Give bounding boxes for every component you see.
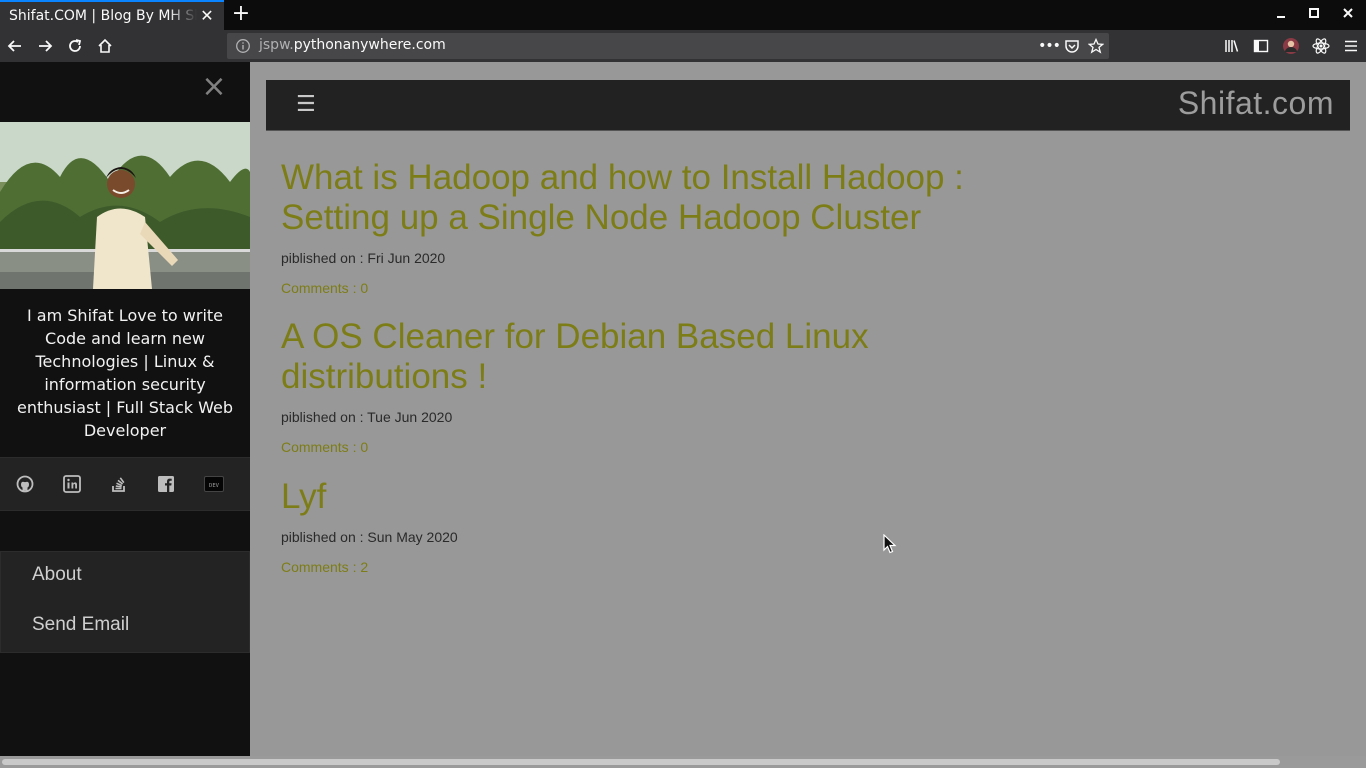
back-arrow-icon <box>7 40 21 52</box>
linkedin-icon[interactable] <box>62 474 82 494</box>
mouse-cursor-icon <box>883 533 897 558</box>
author-bio: I am Shifat Love to write Code and learn… <box>16 306 233 440</box>
post-title-link[interactable]: Lyf <box>281 477 326 517</box>
url-subdomain: jspw. <box>259 37 294 53</box>
reload-icon <box>69 39 82 52</box>
sidebar: × I am Shifat Love to write Code and lea… <box>0 62 250 768</box>
reload-button[interactable] <box>63 34 87 58</box>
active-tab[interactable]: Shifat.COM | Blog By MH Shifat ✕ <box>0 0 224 30</box>
new-tab-button[interactable]: + <box>230 2 252 28</box>
site-header: ☰ Shifat.com <box>266 80 1350 131</box>
dev-icon[interactable]: DEV <box>204 474 224 494</box>
post-comments-link[interactable]: Comments : 0 <box>281 280 368 296</box>
stackoverflow-icon[interactable] <box>109 474 129 494</box>
scrollbar-thumb[interactable] <box>2 759 1280 765</box>
home-button[interactable] <box>93 34 117 58</box>
maximize-button[interactable] <box>1301 4 1327 26</box>
url-text[interactable]: jspw.pythonanywhere.com <box>259 37 446 53</box>
sidebar-toggle-icon[interactable] <box>1249 34 1273 58</box>
post-date: piblished on : Fri Jun 2020 <box>281 250 446 266</box>
site-brand[interactable]: Shifat.com <box>1178 85 1334 122</box>
pocket-icon[interactable] <box>1063 37 1081 55</box>
horizontal-scrollbar[interactable] <box>0 756 1366 768</box>
tab-close-button[interactable]: ✕ <box>198 7 216 25</box>
account-avatar-icon[interactable] <box>1279 34 1303 58</box>
sidebar-close-button[interactable]: × <box>200 72 228 102</box>
facebook-icon[interactable] <box>156 474 176 494</box>
menu-item-send-email[interactable]: Send Email <box>32 614 129 636</box>
post-date: piblished on : Sun May 2020 <box>281 529 458 545</box>
github-icon[interactable] <box>15 474 35 494</box>
post-title-link[interactable]: A OS Cleaner for Debian Based Linux dist… <box>281 317 901 397</box>
sidebar-menu: About Send Email <box>0 551 250 653</box>
minimize-button[interactable] <box>1268 4 1294 26</box>
menu-item-about[interactable]: About <box>32 564 82 586</box>
forward-button[interactable] <box>33 34 57 58</box>
navigation-toolbar: jspw.pythonanywhere.com ••• <box>0 30 1366 62</box>
react-devtools-icon[interactable] <box>1309 34 1333 58</box>
post-date: piblished on : Tue Jun 2020 <box>281 409 453 425</box>
social-links: DEV <box>0 457 250 511</box>
post-comments-link[interactable]: Comments : 0 <box>281 439 368 455</box>
page-actions-menu[interactable]: ••• <box>1038 37 1061 55</box>
post-title-link[interactable]: What is Hadoop and how to Install Hadoop… <box>281 158 1001 238</box>
close-window-button[interactable] <box>1335 4 1361 26</box>
svg-text:DEV: DEV <box>209 483 220 489</box>
library-icon[interactable] <box>1220 34 1244 58</box>
address-bar[interactable]: jspw.pythonanywhere.com ••• <box>227 33 1109 59</box>
site-info-icon[interactable] <box>235 38 251 58</box>
bookmark-star-icon[interactable] <box>1087 37 1105 55</box>
menu-toggle-button[interactable]: ☰ <box>296 90 316 120</box>
page-content: × I am Shifat Love to write Code and lea… <box>0 62 1366 768</box>
forward-arrow-icon <box>39 40 53 52</box>
back-button[interactable] <box>3 34 27 58</box>
tab-title: Shifat.COM | Blog By MH Shifat <box>9 8 197 24</box>
hamburger-menu-icon[interactable] <box>1339 34 1363 58</box>
tab-strip: Shifat.COM | Blog By MH Shifat ✕ + <box>0 0 1366 30</box>
post-comments-link[interactable]: Comments : 2 <box>281 559 368 575</box>
home-icon <box>98 38 112 53</box>
profile-photo <box>0 122 250 289</box>
url-domain: pythonanywhere.com <box>293 37 446 53</box>
